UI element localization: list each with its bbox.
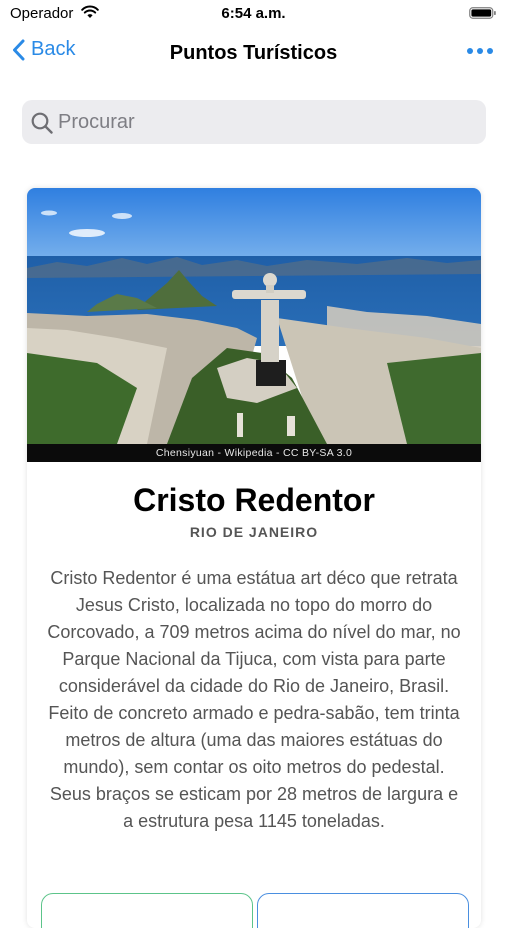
attraction-location: RIO DE JANEIRO [189, 524, 319, 540]
search-icon [31, 112, 53, 134]
action-button-right[interactable] [257, 893, 469, 928]
navigation-bar: Back Puntos Turísticos [0, 28, 507, 80]
attraction-description: Cristo Redentor é uma estátua art déco q… [47, 568, 461, 831]
search-input[interactable] [58, 100, 468, 144]
clock: 6:54 a.m. [221, 5, 286, 22]
status-bar: Operador 6:54 a.m. [0, 0, 507, 28]
attraction-photo [27, 188, 481, 444]
more-dot-icon [467, 48, 473, 54]
attraction-title: Cristo Redentor [133, 482, 375, 518]
more-options-button[interactable] [467, 48, 493, 54]
attraction-card[interactable]: Chensiyuan - Wikipedia - CC BY-SA 3.0 Cr… [27, 188, 481, 928]
more-dot-icon [477, 48, 483, 54]
more-dot-icon [487, 48, 493, 54]
page-title: Puntos Turísticos [169, 42, 338, 64]
photo-credit: Chensiyuan - Wikipedia - CC BY-SA 3.0 [27, 444, 481, 462]
search-bar [22, 100, 486, 144]
christ-redeemer-image [27, 188, 481, 444]
battery-icon [469, 7, 496, 19]
action-button-left[interactable] [41, 893, 253, 928]
